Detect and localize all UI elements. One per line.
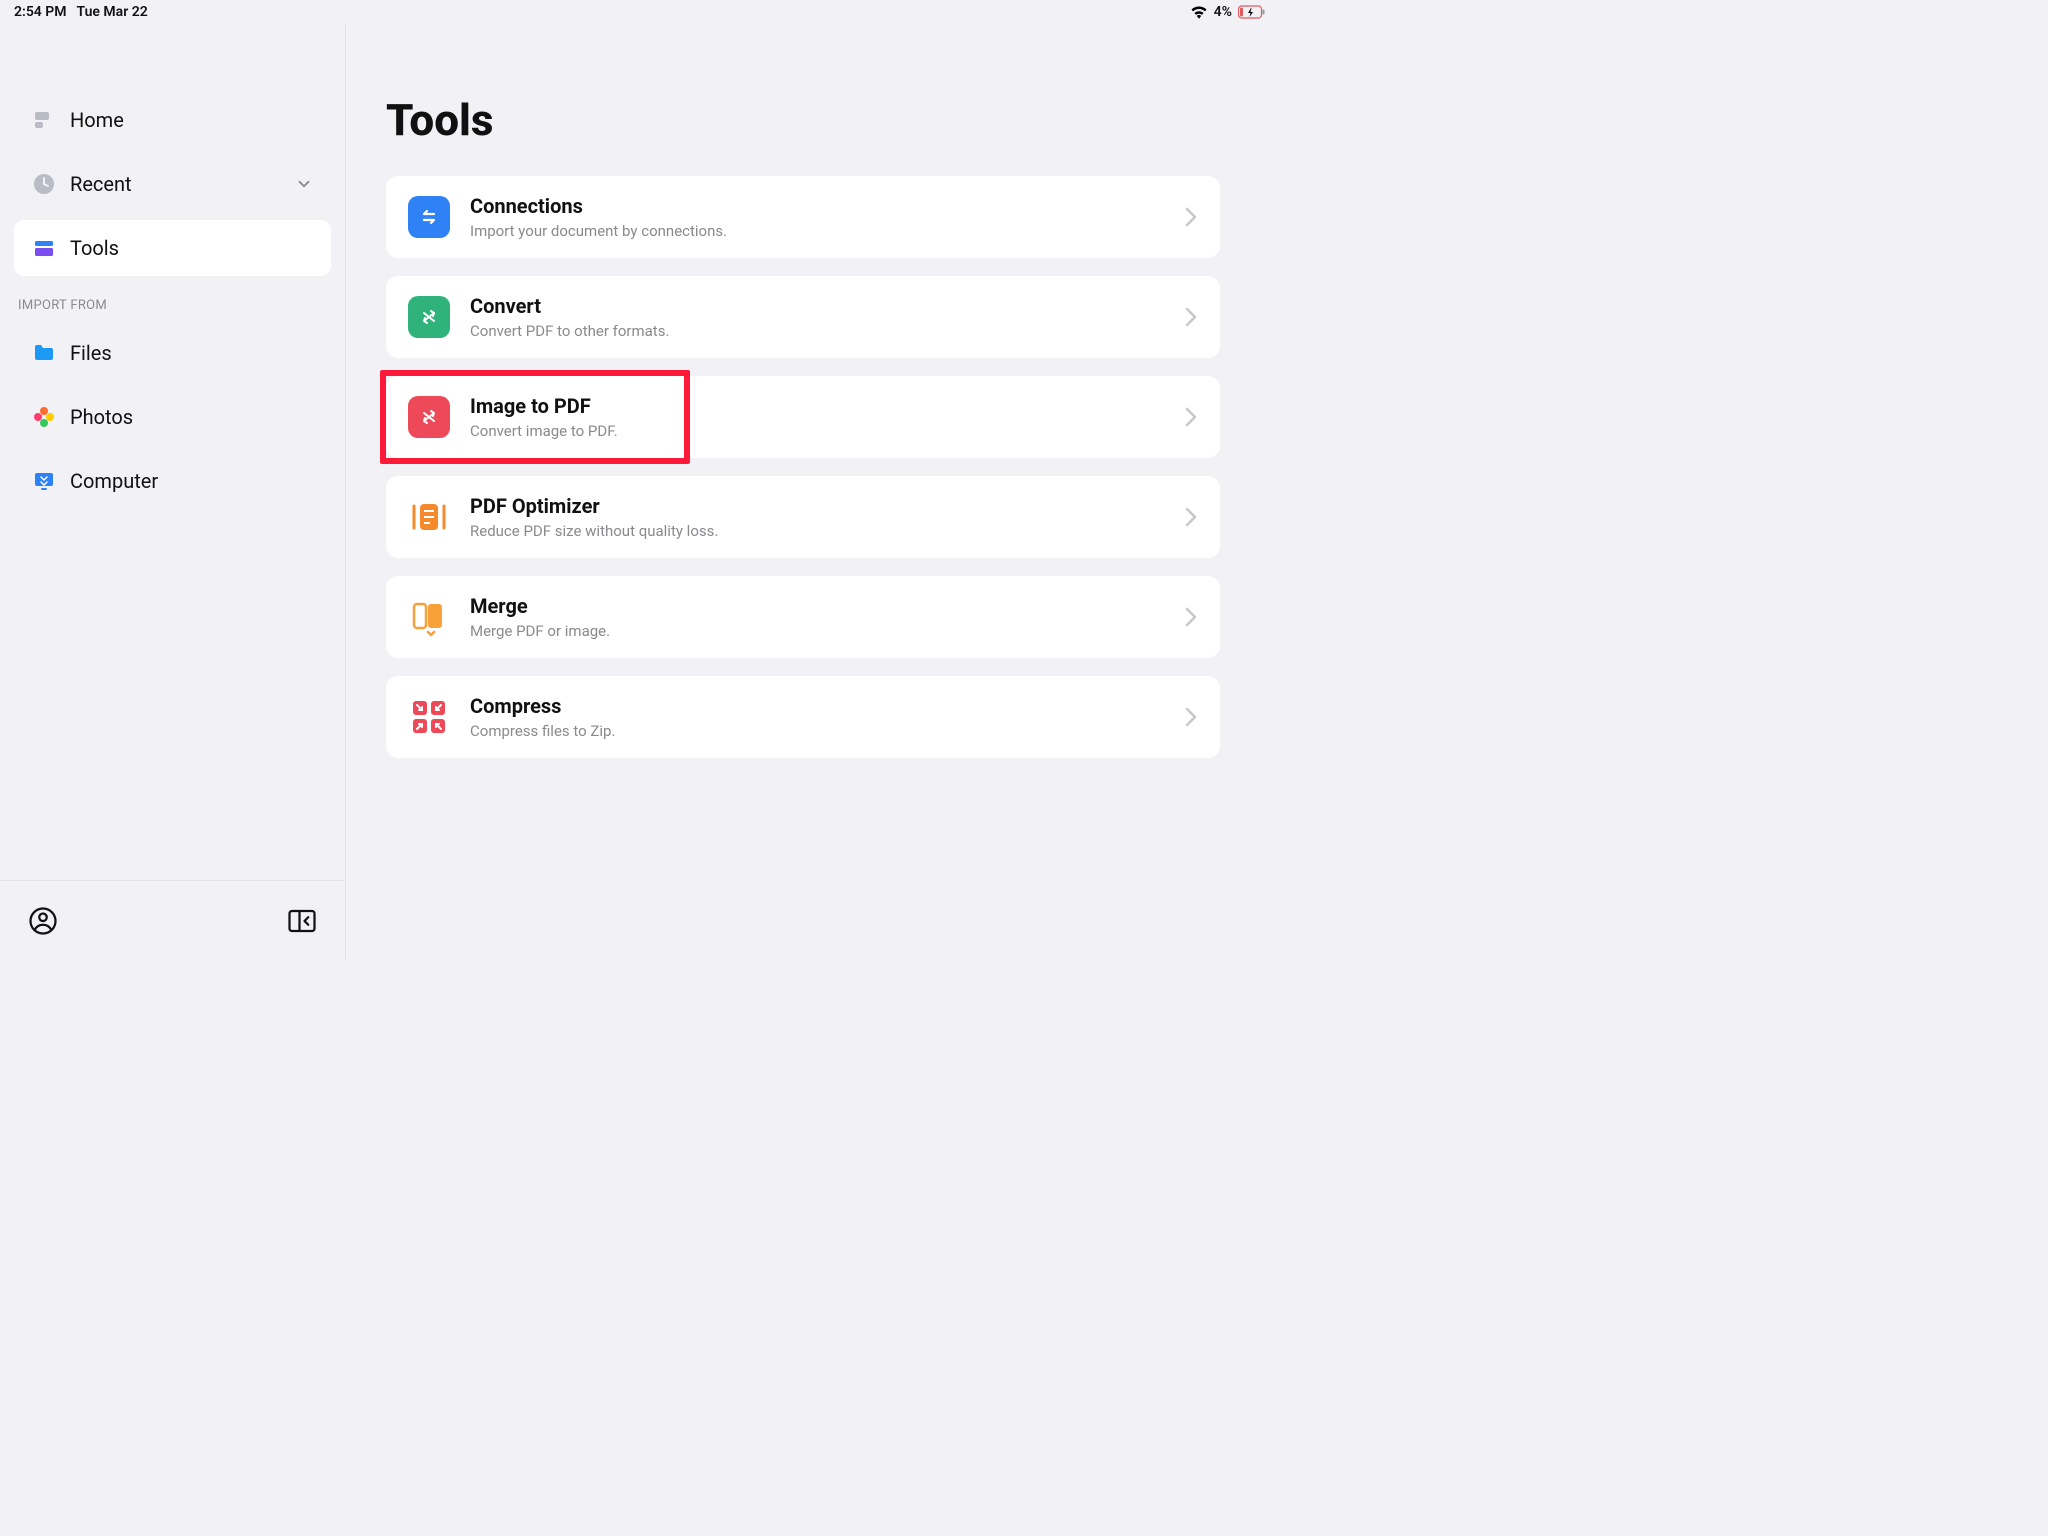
image-to-pdf-icon — [408, 396, 450, 438]
chevron-right-icon — [1184, 307, 1198, 327]
computer-icon — [32, 469, 56, 493]
collapse-sidebar-icon[interactable] — [287, 906, 317, 936]
convert-icon — [408, 296, 450, 338]
status-bar: 2:54 PM Tue Mar 22 4% — [0, 0, 1280, 24]
battery-icon — [1238, 5, 1266, 19]
sidebar-item-label: Computer — [70, 469, 158, 493]
tool-image-to-pdf[interactable]: Image to PDF Convert image to PDF. — [386, 376, 1220, 458]
tool-pdf-optimizer[interactable]: PDF Optimizer Reduce PDF size without qu… — [386, 476, 1220, 558]
sidebar-item-label: Tools — [70, 236, 119, 260]
chevron-right-icon — [1184, 207, 1198, 227]
connections-icon — [408, 196, 450, 238]
status-time: 2:54 PM — [14, 4, 67, 20]
tool-list: Connections Import your document by conn… — [386, 176, 1220, 758]
photos-icon — [32, 405, 56, 429]
chevron-down-icon — [295, 175, 313, 193]
sidebar-item-files[interactable]: Files — [14, 325, 331, 381]
sidebar-item-home[interactable]: Home — [14, 92, 331, 148]
sidebar-item-label: Home — [70, 108, 124, 132]
status-date: Tue Mar 22 — [77, 4, 148, 20]
profile-icon[interactable] — [28, 906, 58, 936]
clock-icon — [32, 172, 56, 196]
sidebar-item-tools[interactable]: Tools — [14, 220, 331, 276]
compress-icon — [408, 696, 450, 738]
main: Tools Connections Import your document b… — [346, 24, 1280, 960]
sidebar-item-label: Photos — [70, 405, 133, 429]
tool-merge[interactable]: Merge Merge PDF or image. — [386, 576, 1220, 658]
sidebar-item-label: Recent — [70, 172, 132, 196]
tools-icon — [32, 236, 56, 260]
section-label: IMPORT FROM — [0, 284, 345, 317]
tool-compress[interactable]: Compress Compress files to Zip. — [386, 676, 1220, 758]
sidebar-item-label: Files — [70, 341, 112, 365]
sidebar: Home Recent Tools IMPORT FROM — [0, 24, 346, 960]
sidebar-item-recent[interactable]: Recent — [14, 156, 331, 212]
tool-convert[interactable]: Convert Convert PDF to other formats. — [386, 276, 1220, 358]
home-icon — [32, 108, 56, 132]
sidebar-item-photos[interactable]: Photos — [14, 389, 331, 445]
chevron-right-icon — [1184, 507, 1198, 527]
battery-percent: 4% — [1214, 4, 1232, 20]
merge-icon — [408, 596, 450, 638]
folder-icon — [32, 341, 56, 365]
chevron-right-icon — [1184, 707, 1198, 727]
optimizer-icon — [408, 496, 450, 538]
sidebar-footer — [0, 880, 345, 960]
sidebar-item-computer[interactable]: Computer — [14, 453, 331, 509]
chevron-right-icon — [1184, 407, 1198, 427]
page-title: Tools — [386, 94, 1220, 146]
tool-connections[interactable]: Connections Import your document by conn… — [386, 176, 1220, 258]
wifi-icon — [1190, 5, 1208, 19]
chevron-right-icon — [1184, 607, 1198, 627]
